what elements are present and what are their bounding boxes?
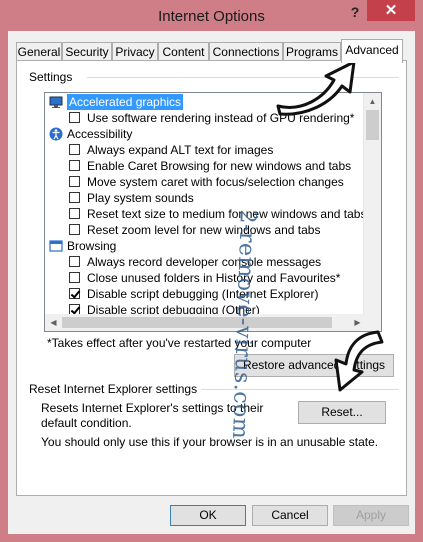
settings-option-label: Reset text size to medium for new window… [87, 207, 367, 221]
pointer-arrow-icon-top [276, 60, 356, 116]
monitor-icon [49, 95, 63, 109]
vertical-scroll-thumb[interactable] [366, 110, 379, 140]
settings-option-label: Disable script debugging (Internet Explo… [87, 287, 319, 301]
checkbox[interactable] [69, 256, 80, 267]
settings-list[interactable]: Accelerated graphics Use software renderi… [44, 92, 382, 332]
apply-button[interactable]: Apply [333, 505, 409, 526]
settings-option-label: Move system caret with focus/selection c… [87, 175, 344, 189]
checkbox[interactable] [69, 144, 80, 155]
settings-option-row[interactable]: Reset text size to medium for new window… [45, 206, 367, 222]
reset-button[interactable]: Reset... [298, 401, 386, 424]
scroll-up-arrow-icon[interactable]: ▲ [364, 93, 381, 110]
tab-content[interactable]: Content [158, 42, 209, 61]
settings-option-label: Reset zoom level for new windows and tab… [87, 223, 321, 237]
vertical-scrollbar[interactable]: ▲ ▼ [363, 93, 381, 331]
reset-warning-note: You should only use this if your browser… [41, 435, 379, 449]
checkbox[interactable] [69, 224, 80, 235]
settings-option-label: Close unused folders in History and Favo… [87, 271, 341, 285]
title-bar[interactable]: Internet Options ? ✕ [0, 0, 423, 32]
settings-category-label: Browsing [67, 239, 117, 253]
settings-option-row[interactable]: Move system caret with focus/selection c… [45, 174, 365, 190]
close-button[interactable]: ✕ [367, 0, 415, 21]
settings-option-row[interactable]: Close unused folders in History and Favo… [45, 270, 365, 286]
horizontal-scroll-thumb[interactable] [62, 317, 332, 328]
advanced-tab-panel: Settings Accelerated graphics Use softwar… [16, 60, 407, 496]
pointer-arrow-icon-bottom [334, 330, 384, 392]
settings-option-row[interactable]: Disable script debugging (Internet Explo… [45, 286, 365, 302]
settings-option-label: Always expand ALT text for images [87, 143, 274, 157]
settings-option-label: Play system sounds [87, 191, 194, 205]
internet-options-window: Internet Options ? ✕ General Security Pr… [0, 0, 423, 542]
settings-option-row[interactable]: Always expand ALT text for images [45, 142, 365, 158]
settings-category-row[interactable]: Browsing [45, 238, 365, 254]
settings-option-row[interactable]: Always record developer console messages [45, 254, 365, 270]
restart-footnote: *Takes effect after you've restarted you… [47, 336, 312, 350]
checkbox[interactable] [69, 272, 80, 283]
settings-option-label: Enable Caret Browsing for new windows an… [87, 159, 352, 173]
settings-category-label: Accelerated graphics [67, 94, 184, 110]
tab-advanced[interactable]: Advanced [341, 39, 403, 63]
checkbox[interactable] [69, 192, 80, 203]
settings-category-label: Accessibility [67, 127, 133, 141]
settings-option-label: Always record developer console messages [87, 255, 322, 269]
cancel-button[interactable]: Cancel [252, 505, 328, 526]
scroll-left-arrow-icon[interactable]: ◀ [45, 314, 62, 331]
tab-security[interactable]: Security [62, 42, 112, 61]
settings-option-row[interactable]: Enable Caret Browsing for new windows an… [45, 158, 365, 174]
checkbox[interactable] [69, 208, 80, 219]
settings-option-row[interactable]: Play system sounds [45, 190, 365, 206]
tab-general[interactable]: General [16, 42, 62, 61]
reset-group-label: Reset Internet Explorer settings [29, 382, 202, 396]
browsing-icon [49, 239, 63, 253]
checkbox[interactable] [69, 160, 80, 171]
help-button[interactable]: ? [344, 2, 366, 22]
checkbox[interactable] [69, 112, 80, 123]
accessibility-icon [49, 127, 63, 141]
checked-checkbox[interactable] [69, 288, 80, 299]
checkbox[interactable] [69, 176, 80, 187]
ok-button[interactable]: OK [170, 505, 246, 526]
settings-category-row[interactable]: Accessibility [45, 126, 365, 142]
settings-option-row[interactable]: Reset zoom level for new windows and tab… [45, 222, 365, 238]
tab-privacy[interactable]: Privacy [112, 42, 158, 61]
settings-group-label: Settings [29, 70, 77, 84]
